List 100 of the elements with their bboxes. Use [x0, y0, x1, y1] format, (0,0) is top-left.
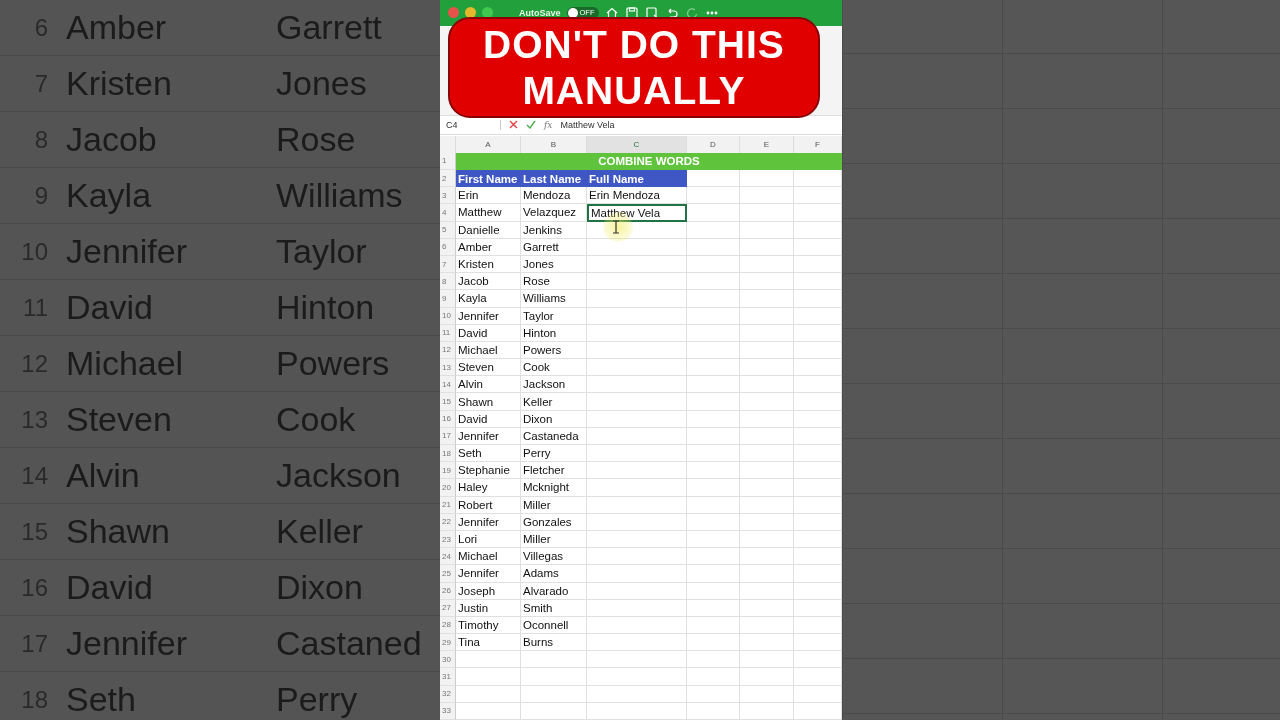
- row-number[interactable]: 25: [440, 565, 456, 583]
- table-cell: Haley: [456, 479, 521, 497]
- table-cell: Villegas: [521, 548, 587, 566]
- empty-cell: [687, 668, 740, 686]
- table-cell: Kayla: [456, 290, 521, 308]
- empty-cell: [687, 496, 740, 514]
- save-icon[interactable]: [624, 5, 639, 20]
- empty-cell: [740, 634, 794, 652]
- empty-cell: [740, 513, 794, 531]
- row-number[interactable]: 4: [440, 204, 456, 222]
- table-cell: Gonzales: [521, 513, 587, 531]
- table-cell: Powers: [521, 341, 587, 360]
- empty-cell: [687, 685, 740, 703]
- banner-text: DON'T DO THIS: [483, 21, 785, 68]
- empty-cell: [740, 359, 794, 377]
- table-cell: Jennifer: [456, 307, 521, 325]
- empty-cell: [740, 341, 794, 360]
- empty-cell: [521, 685, 587, 703]
- empty-cell: [687, 393, 740, 411]
- table-cell: Matthew: [456, 204, 521, 222]
- table-cell: Perry: [521, 445, 587, 463]
- table-cell: Keller: [521, 393, 587, 411]
- column-header[interactable]: D: [687, 135, 740, 154]
- empty-cell: [740, 668, 794, 686]
- function-button[interactable]: fx: [544, 119, 553, 130]
- empty-cell: [687, 273, 740, 291]
- empty-cell: [687, 565, 740, 583]
- redo-icon[interactable]: [684, 5, 699, 20]
- table-cell: Garrett: [521, 238, 587, 256]
- row-number[interactable]: 13: [440, 359, 456, 377]
- table-cell-text: Michael: [65, 344, 185, 383]
- row-number[interactable]: 29: [440, 634, 456, 652]
- column-header[interactable]: B: [521, 135, 587, 154]
- empty-cell: [740, 530, 794, 549]
- row-number[interactable]: 24: [440, 548, 456, 566]
- empty-cell: [687, 599, 740, 617]
- empty-cell: [687, 324, 740, 342]
- table-cell: Jacob: [456, 273, 521, 291]
- table-cell: Jenkins: [521, 221, 587, 239]
- empty-cell: [687, 548, 740, 566]
- table-cell-text: Amber: [65, 8, 168, 47]
- check-icon[interactable]: [526, 120, 536, 130]
- table-cell: Smith: [521, 599, 587, 617]
- empty-cell: [740, 290, 794, 308]
- row-number[interactable]: 31: [440, 668, 456, 686]
- name-box[interactable]: C4: [446, 119, 501, 130]
- table-cell: Jennifer: [456, 565, 521, 583]
- row-number[interactable]: 3: [440, 187, 456, 205]
- empty-cell: [740, 616, 794, 635]
- empty-cell: [687, 702, 740, 720]
- table-cell-text: Jones: [275, 64, 368, 103]
- table-cell: Amber: [456, 238, 521, 256]
- row-number[interactable]: 9: [440, 290, 456, 308]
- empty-cell: [740, 238, 794, 256]
- table-cell: Matthew Vela: [587, 204, 687, 222]
- table-cell-text: Kayla: [65, 176, 153, 215]
- header-cell: Last Name: [521, 170, 587, 188]
- table-cell-text: Perry: [275, 680, 359, 719]
- empty-cell: [521, 651, 587, 669]
- row-number[interactable]: 2: [440, 170, 456, 188]
- empty-cell: [740, 255, 794, 274]
- table-cell: Jennifer: [456, 427, 521, 445]
- row-number[interactable]: 18: [440, 445, 456, 463]
- row-number[interactable]: 19: [440, 462, 456, 480]
- row-number[interactable]: 30: [440, 651, 456, 669]
- empty-cell: [687, 616, 740, 635]
- empty-cell: [687, 427, 740, 445]
- empty-cell: [687, 221, 740, 239]
- table-cell: Castaneda: [521, 427, 587, 445]
- table-cell-text: Dixon: [275, 568, 364, 607]
- column-header[interactable]: E: [740, 135, 794, 154]
- row-number[interactable]: 8: [440, 273, 456, 291]
- column-header[interactable]: F: [794, 135, 842, 154]
- formula-field[interactable]: Matthew Vela: [560, 119, 615, 130]
- empty-cell: [740, 427, 794, 445]
- empty-cell: [740, 548, 794, 566]
- column-header[interactable]: A: [456, 135, 521, 154]
- cancel-icon[interactable]: [509, 120, 518, 130]
- table-cell: Cook: [521, 359, 587, 377]
- table-cell-text: Powers: [275, 344, 391, 383]
- table-cell-text: Alvin: [65, 456, 141, 495]
- minimize-button[interactable]: [465, 7, 476, 19]
- table-cell-text: Jacob: [65, 120, 158, 159]
- table-cell: Justin: [456, 599, 521, 617]
- empty-cell: [687, 359, 740, 377]
- autosave-label: AutoSave: [519, 7, 561, 18]
- home-icon[interactable]: [604, 5, 619, 20]
- row-number[interactable]: 14: [440, 376, 456, 394]
- row-number[interactable]: 15: [440, 393, 456, 411]
- table-cell-text: Rose: [275, 120, 357, 159]
- table-cell-text: Keller: [275, 512, 364, 551]
- table-cell: Jones: [521, 255, 587, 274]
- empty-cell: [687, 238, 740, 256]
- row-number[interactable]: 20: [440, 479, 456, 497]
- empty-cell: [521, 668, 587, 686]
- empty-cell: [740, 599, 794, 617]
- empty-cell: [740, 685, 794, 703]
- table-cell-text: David: [65, 288, 154, 327]
- table-cell-text: Jackson: [275, 456, 402, 495]
- empty-cell: [740, 307, 794, 325]
